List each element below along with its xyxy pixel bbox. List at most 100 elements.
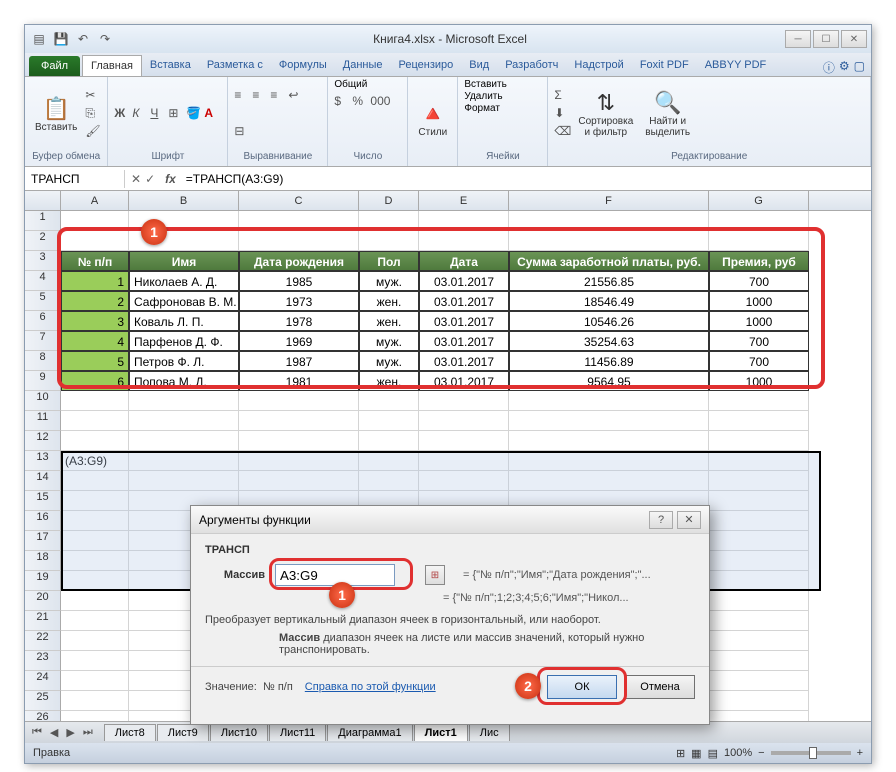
- fill-icon[interactable]: ⬇: [554, 106, 570, 122]
- row-header-6[interactable]: 6: [25, 311, 61, 331]
- dialog-help-button[interactable]: ?: [649, 511, 673, 529]
- min-ribbon-icon[interactable]: ▢: [854, 59, 865, 76]
- cell-D6[interactable]: жен.: [359, 311, 419, 331]
- cell-E3[interactable]: Дата: [419, 251, 509, 271]
- cell-C7[interactable]: 1969: [239, 331, 359, 351]
- cell-C6[interactable]: 1978: [239, 311, 359, 331]
- align-left-icon[interactable]: ≡: [234, 88, 250, 104]
- cell-G23[interactable]: [709, 651, 809, 671]
- merge-icon[interactable]: ⊟: [234, 124, 250, 140]
- tab-вставка[interactable]: Вставка: [142, 55, 199, 76]
- tab-рецензиро[interactable]: Рецензиро: [391, 55, 462, 76]
- cell-G9[interactable]: 1000: [709, 371, 809, 391]
- cell-A24[interactable]: [61, 671, 129, 691]
- row-header-1[interactable]: 1: [25, 211, 61, 231]
- cell-D9[interactable]: жен.: [359, 371, 419, 391]
- tab-abbyy pdf[interactable]: ABBYY PDF: [697, 55, 775, 76]
- cell-B9[interactable]: Попова М. Д.: [129, 371, 239, 391]
- cell-F11[interactable]: [509, 411, 709, 431]
- format-painter-icon[interactable]: 🖌: [85, 124, 101, 140]
- row-header-7[interactable]: 7: [25, 331, 61, 351]
- align-center-icon[interactable]: ≡: [252, 88, 268, 104]
- cell-D7[interactable]: муж.: [359, 331, 419, 351]
- cell-A1[interactable]: [61, 211, 129, 231]
- row-header-5[interactable]: 5: [25, 291, 61, 311]
- cell-G8[interactable]: 700: [709, 351, 809, 371]
- row-header-2[interactable]: 2: [25, 231, 61, 251]
- cell-B6[interactable]: Коваль Л. П.: [129, 311, 239, 331]
- cell-F2[interactable]: [509, 231, 709, 251]
- row-header-12[interactable]: 12: [25, 431, 61, 451]
- fx-icon[interactable]: fx: [161, 172, 180, 186]
- sheet-nav-prev-icon[interactable]: ◀: [47, 726, 61, 739]
- cell-D10[interactable]: [359, 391, 419, 411]
- cell-C2[interactable]: [239, 231, 359, 251]
- cell-F10[interactable]: [509, 391, 709, 411]
- select-all-corner[interactable]: [25, 191, 61, 210]
- cell-G2[interactable]: [709, 231, 809, 251]
- cell-D8[interactable]: муж.: [359, 351, 419, 371]
- cell-E1[interactable]: [419, 211, 509, 231]
- cell-G20[interactable]: [709, 591, 809, 611]
- cell-A20[interactable]: [61, 591, 129, 611]
- cell-E11[interactable]: [419, 411, 509, 431]
- cell-A22[interactable]: [61, 631, 129, 651]
- row-header-25[interactable]: 25: [25, 691, 61, 711]
- col-header-B[interactable]: B: [129, 191, 239, 210]
- cell-G11[interactable]: [709, 411, 809, 431]
- view-normal-icon[interactable]: ⊞: [676, 747, 685, 760]
- cell-C4[interactable]: 1985: [239, 271, 359, 291]
- cell-F6[interactable]: 10546.26: [509, 311, 709, 331]
- col-header-E[interactable]: E: [419, 191, 509, 210]
- options-icon[interactable]: ⚙: [839, 59, 850, 76]
- row-header-14[interactable]: 14: [25, 471, 61, 491]
- cell-G25[interactable]: [709, 691, 809, 711]
- clear-icon[interactable]: ⌫: [554, 124, 570, 140]
- row-header-15[interactable]: 15: [25, 491, 61, 511]
- font-color-icon[interactable]: A: [204, 106, 220, 122]
- cell-C1[interactable]: [239, 211, 359, 231]
- cancel-button[interactable]: Отмена: [625, 675, 695, 699]
- cell-A21[interactable]: [61, 611, 129, 631]
- close-button[interactable]: ✕: [841, 30, 867, 48]
- delete-cells-button[interactable]: Удалить: [464, 91, 502, 102]
- cell-A11[interactable]: [61, 411, 129, 431]
- sheet-nav-last-icon[interactable]: ⏭: [80, 726, 96, 739]
- cell-E12[interactable]: [419, 431, 509, 451]
- dialog-array-input[interactable]: [275, 564, 395, 586]
- cell-G22[interactable]: [709, 631, 809, 651]
- accept-formula-icon[interactable]: ✓: [145, 172, 155, 186]
- cell-D4[interactable]: муж.: [359, 271, 419, 291]
- cell-C5[interactable]: 1973: [239, 291, 359, 311]
- underline-icon[interactable]: Ч: [150, 106, 166, 122]
- autosum-icon[interactable]: Σ: [554, 88, 570, 104]
- cell-E8[interactable]: 03.01.2017: [419, 351, 509, 371]
- cell-E7[interactable]: 03.01.2017: [419, 331, 509, 351]
- name-box[interactable]: ТРАНСП: [25, 170, 125, 188]
- cell-B4[interactable]: Николаев А. Д.: [129, 271, 239, 291]
- cell-B2[interactable]: [129, 231, 239, 251]
- find-select-button[interactable]: 🔍 Найти и выделить: [641, 88, 694, 140]
- cell-G3[interactable]: Премия, руб: [709, 251, 809, 271]
- cell-A6[interactable]: 3: [61, 311, 129, 331]
- cell-A7[interactable]: 4: [61, 331, 129, 351]
- tab-главная[interactable]: Главная: [82, 55, 142, 76]
- cell-A10[interactable]: [61, 391, 129, 411]
- row-header-3[interactable]: 3: [25, 251, 61, 271]
- sheet-tab-Диаграмма1[interactable]: Диаграмма1: [327, 724, 412, 741]
- row-header-19[interactable]: 19: [25, 571, 61, 591]
- sheet-tab-Лис[interactable]: Лис: [469, 724, 510, 741]
- cell-E4[interactable]: 03.01.2017: [419, 271, 509, 291]
- cell-B1[interactable]: [129, 211, 239, 231]
- sheet-tab-Лист11[interactable]: Лист11: [269, 724, 326, 741]
- row-header-8[interactable]: 8: [25, 351, 61, 371]
- cell-C9[interactable]: 1981: [239, 371, 359, 391]
- cell-G6[interactable]: 1000: [709, 311, 809, 331]
- cut-icon[interactable]: ✂: [85, 88, 101, 104]
- cell-D2[interactable]: [359, 231, 419, 251]
- row-header-24[interactable]: 24: [25, 671, 61, 691]
- insert-cells-button[interactable]: Вставить: [464, 79, 506, 90]
- cell-B10[interactable]: [129, 391, 239, 411]
- tab-вид[interactable]: Вид: [461, 55, 497, 76]
- cell-G7[interactable]: 700: [709, 331, 809, 351]
